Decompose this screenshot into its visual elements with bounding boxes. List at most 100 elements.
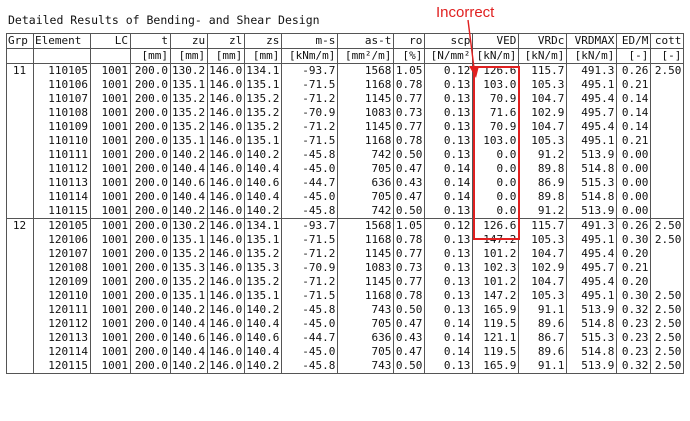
cell-zl: 146.0	[207, 148, 246, 162]
cell-t: 200.0	[130, 176, 171, 190]
cell-ved: 101.2	[472, 275, 520, 289]
cell-edm: 0.23	[616, 317, 652, 331]
cell-lc: 1001	[90, 218, 131, 233]
cell-ms: -45.8	[281, 303, 339, 317]
header-zl: zl	[207, 33, 246, 49]
cell-lc: 1001	[90, 120, 131, 134]
cell-ms: -45.8	[281, 148, 339, 162]
cell-zl: 146.0	[207, 359, 246, 374]
cell-zu: 140.4	[169, 190, 209, 204]
cell-ast: 1145	[337, 275, 395, 289]
cell-element: 120105	[33, 218, 91, 233]
cell-lc: 1001	[90, 162, 131, 176]
cell-vrdc: 91.1	[518, 303, 568, 317]
header-ved: VED	[472, 33, 520, 49]
unit-zl: [mm]	[207, 48, 246, 64]
cell-t: 200.0	[130, 303, 171, 317]
cell-zs: 140.4	[244, 345, 283, 359]
cell-ved: 0.0	[472, 176, 520, 190]
cell-lc: 1001	[90, 261, 131, 275]
cell-ro: 0.73	[393, 106, 426, 120]
header-grp: Grp	[6, 33, 34, 49]
group-number-cell: 12	[6, 218, 34, 233]
cell-zu: 140.4	[169, 345, 209, 359]
cell-scp: 0.13	[424, 120, 474, 134]
cell-zs: 140.4	[244, 162, 283, 176]
cell-scp: 0.13	[424, 106, 474, 120]
cell-t: 200.0	[130, 247, 171, 261]
group-number-cell	[6, 233, 34, 247]
cell-zs: 135.1	[244, 78, 283, 92]
cell-edm: 0.00	[616, 148, 652, 162]
cell-zu: 140.6	[169, 331, 209, 345]
cell-ved: 71.6	[472, 106, 520, 120]
header-ms: m-s	[281, 33, 339, 49]
table-row: 11 110105 1001 200.0 130.2 146.0 134.1 -93.7 156…	[6, 63, 685, 78]
cell-scp: 0.13	[424, 289, 474, 303]
cell-element: 120114	[33, 345, 91, 359]
cell-zl: 146.0	[207, 204, 246, 219]
cell-lc: 1001	[90, 247, 131, 261]
cell-vrdmax: 515.3	[566, 331, 618, 345]
group-number-cell	[6, 106, 34, 120]
header-row-units: [mm] [mm] [mm] [mm] [kNm/m] [mm²/m] [%] [N/mm²[…	[6, 48, 685, 64]
cell-ms: -93.7	[281, 218, 339, 233]
cell-vrdmax: 513.9	[566, 303, 618, 317]
cell-scp: 0.14	[424, 317, 474, 331]
cell-ast: 743	[337, 303, 395, 317]
cell-ast: 1168	[337, 78, 395, 92]
cell-zs: 140.2	[244, 204, 283, 219]
cell-vrdmax: 491.3	[566, 218, 618, 233]
cell-lc: 1001	[90, 190, 131, 204]
cell-cott	[650, 247, 685, 261]
cell-vrdc: 89.6	[518, 345, 568, 359]
cell-vrdc: 104.7	[518, 247, 568, 261]
cell-element: 110113	[33, 176, 91, 190]
cell-zs: 135.2	[244, 275, 283, 289]
cell-element: 120112	[33, 317, 91, 331]
cell-scp: 0.13	[424, 233, 474, 247]
table-row: 110111 1001 200.0 140.2 146.0 140.2 -45.8 742 0.…	[6, 148, 685, 162]
cell-ro: 0.47	[393, 317, 426, 331]
cell-ved: 165.9	[472, 359, 520, 374]
cell-zu: 140.4	[169, 317, 209, 331]
cell-vrdc: 91.1	[518, 359, 568, 374]
cell-vrdc: 104.7	[518, 120, 568, 134]
cell-cott: 2.50	[650, 63, 685, 78]
header-vrdc: VRDc	[518, 33, 568, 49]
cell-ved: 119.5	[472, 317, 520, 331]
group-number-cell	[6, 148, 34, 162]
cell-ms: -45.0	[281, 317, 339, 331]
cell-ro: 0.50	[393, 303, 426, 317]
table-row: 120108 1001 200.0 135.3 146.0 135.3 -70.9 1083 0…	[6, 261, 685, 275]
cell-edm: 0.14	[616, 106, 652, 120]
cell-scp: 0.13	[424, 275, 474, 289]
cell-element: 120110	[33, 289, 91, 303]
cell-ast: 1168	[337, 233, 395, 247]
cell-ved: 121.1	[472, 331, 520, 345]
cell-cott	[650, 275, 685, 289]
cell-ro: 0.43	[393, 176, 426, 190]
cell-ro: 1.05	[393, 63, 426, 78]
cell-zu: 135.2	[169, 92, 209, 106]
cell-cott: 2.50	[650, 303, 685, 317]
group-number-cell	[6, 345, 34, 359]
cell-vrdc: 89.8	[518, 162, 568, 176]
table-row: 110113 1001 200.0 140.6 146.0 140.6 -44.7 636 0.…	[6, 176, 685, 190]
table-row: 110115 1001 200.0 140.2 146.0 140.2 -45.8 742 0.…	[6, 204, 685, 219]
cell-zl: 146.0	[207, 134, 246, 148]
cell-element: 110110	[33, 134, 91, 148]
cell-zs: 140.6	[244, 176, 283, 190]
table-row: 120115 1001 200.0 140.2 146.0 140.2 -45.8 743 0.…	[6, 359, 685, 374]
cell-ved: 0.0	[472, 190, 520, 204]
cell-lc: 1001	[90, 63, 131, 78]
cell-vrdmax: 495.4	[566, 120, 618, 134]
cell-edm: 0.00	[616, 204, 652, 219]
cell-cott	[650, 120, 685, 134]
header-cott: cott	[650, 33, 685, 49]
header-lc: LC	[90, 33, 131, 49]
cell-ro: 0.78	[393, 289, 426, 303]
cell-scp: 0.13	[424, 92, 474, 106]
cell-ro: 0.77	[393, 120, 426, 134]
cell-scp: 0.14	[424, 162, 474, 176]
